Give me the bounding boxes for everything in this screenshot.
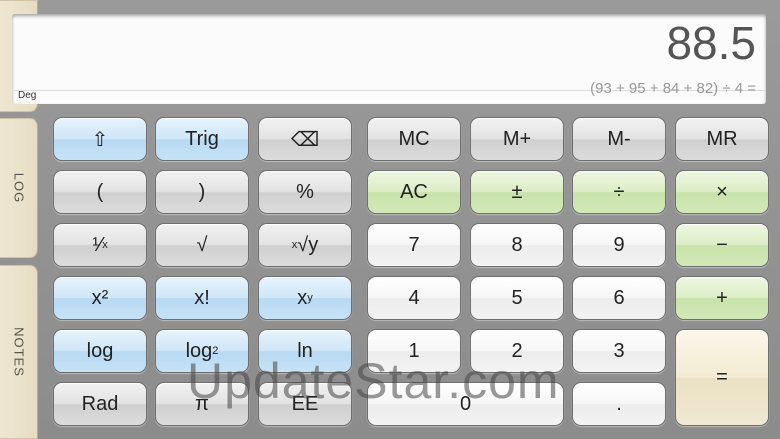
- shift-icon: ⇧: [91, 128, 109, 151]
- power-label: x: [297, 286, 308, 309]
- reciprocal-sub: x: [102, 239, 108, 251]
- digit-1-button[interactable]: 1: [367, 329, 461, 373]
- close-paren-button[interactable]: ): [155, 170, 249, 214]
- backspace-icon: ⌫: [290, 128, 320, 151]
- divide-button[interactable]: ÷: [572, 170, 666, 214]
- equals-button[interactable]: =: [675, 329, 769, 426]
- reciprocal-button[interactable]: ¹⁄ x: [53, 223, 147, 267]
- digit-7-button[interactable]: 7: [367, 223, 461, 267]
- digit-3-button[interactable]: 3: [572, 329, 666, 373]
- digit-6-button[interactable]: 6: [572, 276, 666, 320]
- rad-button[interactable]: Rad: [53, 382, 147, 426]
- plus-minus-button[interactable]: ±: [470, 170, 564, 214]
- sqrt-button[interactable]: √: [155, 223, 249, 267]
- nth-root-button[interactable]: x √y: [258, 223, 352, 267]
- digit-4-button[interactable]: 4: [367, 276, 461, 320]
- digit-9-button[interactable]: 9: [572, 223, 666, 267]
- all-clear-button[interactable]: AC: [367, 170, 461, 214]
- backspace-button[interactable]: ⌫: [258, 117, 352, 161]
- power-sup: y: [307, 292, 313, 304]
- memory-recall-button[interactable]: MR: [675, 117, 769, 161]
- pi-button[interactable]: π: [155, 382, 249, 426]
- decimal-button[interactable]: .: [572, 382, 666, 426]
- minus-button[interactable]: −: [675, 223, 769, 267]
- power-button[interactable]: xy: [258, 276, 352, 320]
- plus-button[interactable]: +: [675, 276, 769, 320]
- nth-root-label: √y: [297, 233, 319, 256]
- ee-button[interactable]: EE: [258, 382, 352, 426]
- log2-button[interactable]: log 2: [155, 329, 249, 373]
- memory-add-button[interactable]: M+: [470, 117, 564, 161]
- digit-2-button[interactable]: 2: [470, 329, 564, 373]
- log2-sub: 2: [212, 345, 219, 357]
- multiply-button[interactable]: ×: [675, 170, 769, 214]
- memory-clear-button[interactable]: MC: [367, 117, 461, 161]
- digit-5-button[interactable]: 5: [470, 276, 564, 320]
- factorial-button[interactable]: x!: [155, 276, 249, 320]
- open-paren-button[interactable]: (: [53, 170, 147, 214]
- memory-subtract-button[interactable]: M-: [572, 117, 666, 161]
- reciprocal-label: ¹⁄: [92, 233, 103, 256]
- digit-8-button[interactable]: 8: [470, 223, 564, 267]
- trig-button[interactable]: Trig: [155, 117, 249, 161]
- percent-button[interactable]: %: [258, 170, 352, 214]
- ln-button[interactable]: ln: [258, 329, 352, 373]
- keypad: ⇧ Trig ⌫ MC M+ M- MR ( ) % AC ± ÷ × ¹⁄ x …: [0, 0, 780, 439]
- log2-label: log: [185, 339, 213, 362]
- log-button[interactable]: log: [53, 329, 147, 373]
- digit-0-button[interactable]: 0: [367, 382, 564, 426]
- shift-button[interactable]: ⇧: [53, 117, 147, 161]
- square-button[interactable]: x²: [53, 276, 147, 320]
